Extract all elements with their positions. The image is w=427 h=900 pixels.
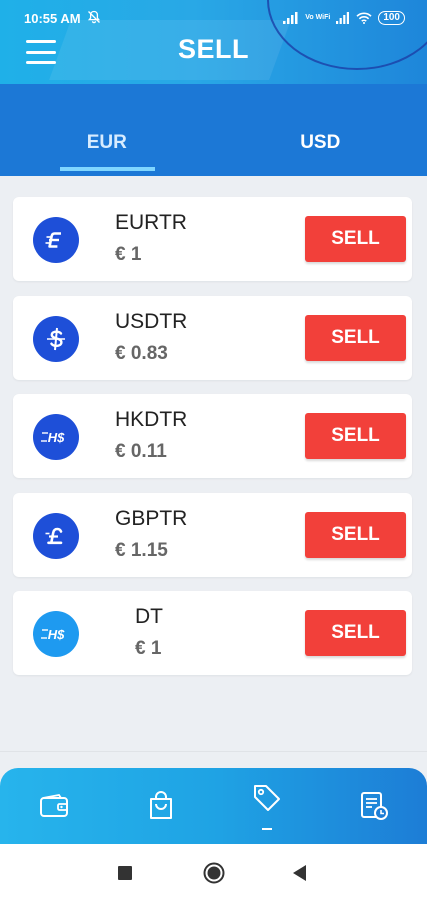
asset-name: USDTR: [115, 309, 188, 333]
wallet-icon[interactable]: [32, 784, 76, 828]
list-item: GBPTR € 1.15 SELL: [13, 492, 412, 577]
network-label: Vo WiFi: [305, 14, 331, 21]
asset-price: € 0.83: [115, 342, 168, 364]
home-icon[interactable]: [203, 862, 225, 889]
notifications-off-icon: [87, 10, 101, 27]
tab-label: USD: [300, 132, 341, 153]
asset-price: € 1: [135, 638, 162, 659]
hkd-token-icon: H$: [33, 611, 79, 657]
tab-usd[interactable]: USD: [214, 84, 427, 176]
bottom-nav: [0, 768, 427, 844]
status-time: 10:55 AM: [24, 10, 81, 26]
signal-icon: [283, 12, 299, 24]
active-nav-indicator: [262, 828, 272, 830]
transaction-history-icon[interactable]: [352, 784, 396, 828]
svg-text:H$: H$: [48, 430, 65, 445]
asset-price: € 1.15: [115, 539, 168, 561]
list-item: H$ DT € 1 SELL: [13, 591, 412, 675]
asset-name: EURTR: [115, 211, 187, 234]
sell-button[interactable]: SELL: [305, 610, 406, 656]
signal-icon: [336, 12, 350, 24]
system-nav-bar: [0, 844, 427, 900]
divider: [0, 751, 427, 752]
tab-eur[interactable]: EUR: [0, 84, 214, 176]
list-item: USDTR € 0.83 SELL: [13, 295, 412, 380]
sell-button[interactable]: SELL: [305, 314, 406, 361]
price-tag-icon[interactable]: [245, 776, 289, 820]
shopping-bag-icon[interactable]: [139, 784, 183, 828]
currency-tabs: EUR USD: [0, 84, 427, 176]
hkd-token-icon: H$: [33, 414, 79, 460]
asset-name: HKDTR: [115, 408, 188, 431]
sell-button[interactable]: SELL: [305, 413, 406, 459]
sell-button[interactable]: SELL: [305, 511, 406, 558]
header-bar: SELL: [0, 30, 427, 76]
active-tab-indicator: [60, 167, 155, 171]
svg-text:H$: H$: [48, 627, 65, 642]
pound-token-icon: [33, 512, 79, 559]
asset-name: DT: [135, 605, 163, 628]
asset-price: € 0.11: [115, 441, 167, 462]
asset-name: GBPTR: [115, 506, 188, 530]
page-title: SELL: [177, 34, 249, 64]
dollar-token-icon: [33, 315, 79, 362]
list-item: H$ HKDTR € 0.11 SELL: [13, 394, 412, 478]
back-icon[interactable]: [293, 865, 307, 886]
list-item: EURTR € 1 SELL: [13, 197, 412, 281]
battery-icon: 100: [378, 11, 405, 25]
recent-apps-icon[interactable]: [118, 866, 132, 885]
asset-price: € 1: [115, 244, 142, 265]
euro-token-icon: [33, 217, 79, 263]
wifi-icon: [356, 12, 372, 24]
asset-list: EURTR € 1 SELL USDTR € 0.83 SELL H$ HKDT…: [13, 197, 412, 690]
app-header: 10:55 AM Vo WiFi 100 SELL: [0, 0, 427, 84]
sell-button[interactable]: SELL: [305, 216, 406, 262]
tab-label: EUR: [86, 132, 127, 153]
